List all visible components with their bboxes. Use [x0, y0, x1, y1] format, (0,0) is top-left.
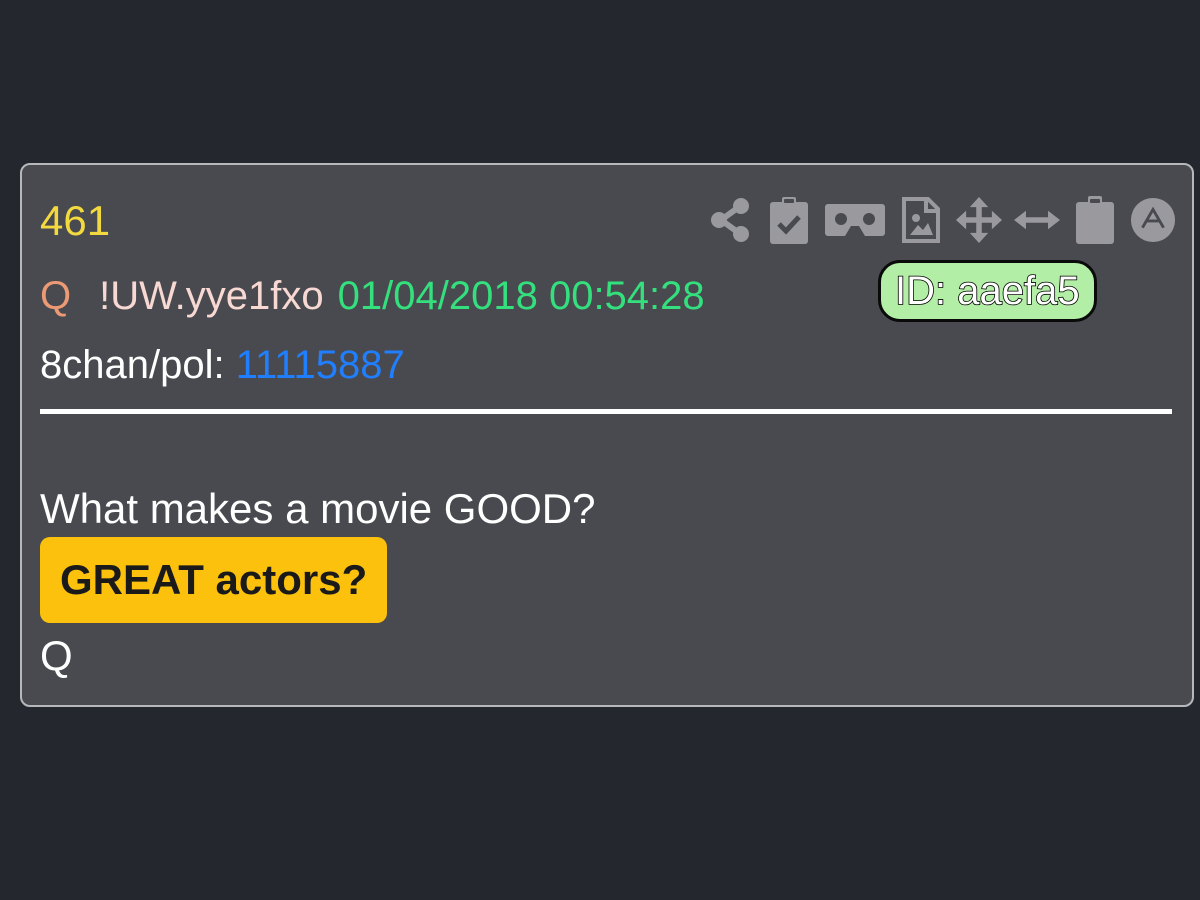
post-number: 461	[40, 197, 111, 244]
author-name: Q	[40, 274, 72, 318]
source-post-link[interactable]: 11115887	[236, 343, 405, 387]
poster-id-badge: ID: aaefa5	[878, 260, 1097, 322]
move-arrows-icon	[956, 197, 1002, 243]
vr-headset-icon	[825, 204, 885, 236]
post-toolbar	[696, 193, 1176, 247]
auto-letter-icon	[1130, 197, 1176, 243]
divider	[40, 409, 1172, 414]
tripcode: !UW.yye1fxo	[99, 274, 324, 318]
post-timestamp: 01/04/2018 00:54:28	[337, 274, 705, 318]
post-signature: Q	[40, 632, 73, 679]
share-button[interactable]	[708, 193, 754, 247]
clipboard-icon	[1076, 196, 1114, 244]
auto-mode-button[interactable]	[1130, 193, 1176, 247]
vr-view-button[interactable]	[824, 193, 886, 247]
copy-check-button[interactable]	[766, 193, 812, 247]
clipboard-check-icon	[770, 197, 808, 244]
move-button[interactable]	[956, 193, 1002, 247]
highlighted-text: GREAT actors?	[40, 537, 388, 623]
post-message: What makes a movie GOOD?	[40, 485, 596, 532]
share-icon	[711, 198, 749, 242]
source-board-label: 8chan/pol:	[40, 343, 236, 387]
image-file-icon	[902, 197, 940, 243]
post-card: 461 Q !UW.yye1fxo 01/04/2018 00:54:28 ID…	[20, 163, 1194, 707]
post-source: 8chan/pol: 11115887	[40, 337, 405, 393]
horizontal-resize-icon	[1014, 210, 1060, 230]
resize-button[interactable]	[1014, 193, 1060, 247]
image-file-button[interactable]	[898, 193, 944, 247]
post-author-line: Q !UW.yye1fxo 01/04/2018 00:54:28	[40, 266, 705, 326]
copy-button[interactable]	[1072, 193, 1118, 247]
